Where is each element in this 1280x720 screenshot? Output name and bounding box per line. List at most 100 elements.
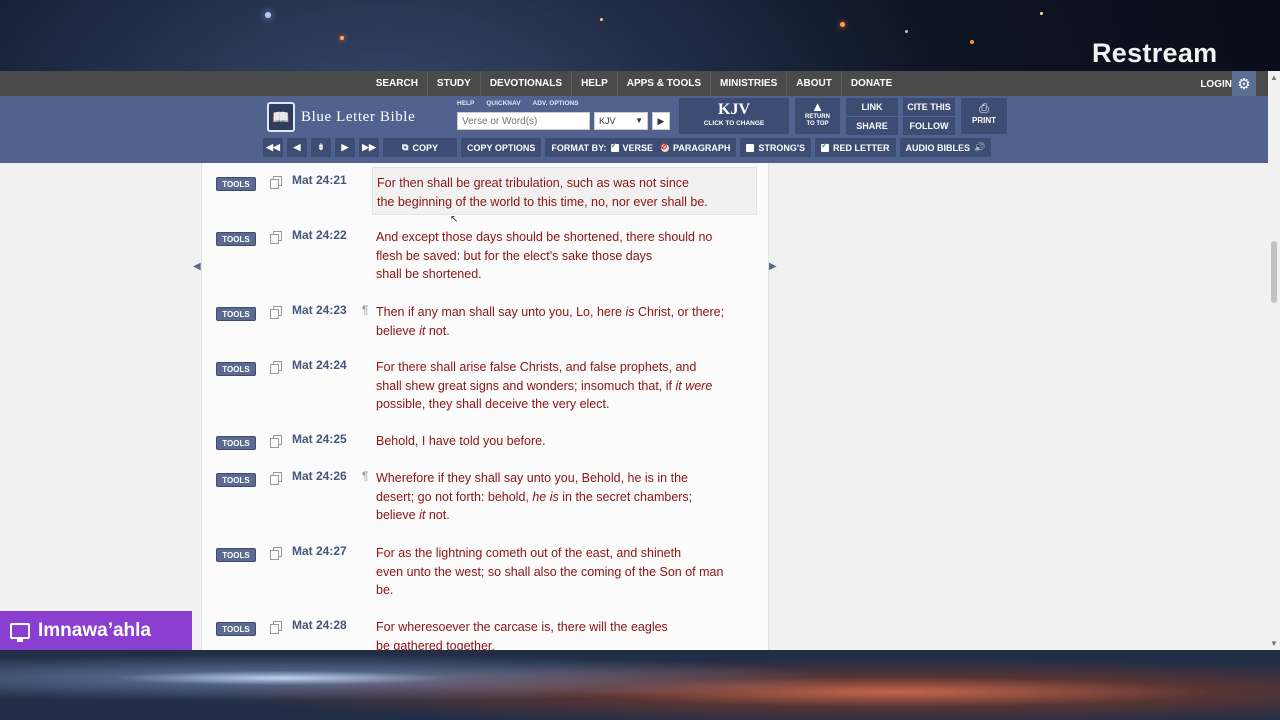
adv-options-link[interactable]: ADV. OPTIONS	[533, 100, 579, 107]
mouse-cursor-icon: ↖	[450, 214, 459, 225]
verse-line: For there shall arise false Christs, and…	[376, 360, 697, 374]
audio-bibles-button[interactable]: AUDIO BIBLES 🔊	[899, 138, 992, 157]
verse-line: For wheresoever the carcase is, there wi…	[376, 620, 668, 634]
next-chapter-button[interactable]: ▶	[335, 138, 355, 157]
jump-down-icon: ⇟	[317, 142, 325, 152]
page-scrollbar[interactable]: ▲ ▼	[1268, 71, 1280, 650]
verse-reference[interactable]: Mat 24:28	[292, 618, 347, 632]
copy-options-button[interactable]: COPY OPTIONS	[461, 138, 542, 157]
nav-apps-tools[interactable]: APPS & TOOLS	[616, 71, 710, 96]
top-navigation: SEARCH STUDY DEVOTIONALS HELP APPS & TOO…	[0, 71, 1268, 96]
last-chapter-button[interactable]: ▶▶	[359, 138, 379, 157]
verse-reference[interactable]: Mat 24:25	[292, 432, 347, 446]
login-link[interactable]: LOGIN	[1200, 79, 1232, 90]
strongs-toggle[interactable]: STRONG'S	[740, 138, 812, 157]
verse-line: believe it not.	[376, 508, 450, 523]
verse-reference[interactable]: Mat 24:26	[292, 469, 347, 483]
scrollbar-thumb[interactable]	[1271, 241, 1277, 303]
nav-ministries[interactable]: MINISTRIES	[710, 71, 786, 96]
scroll-down-icon[interactable]: ▼	[1270, 639, 1278, 648]
next-page-arrow-icon[interactable]: ▶	[769, 261, 777, 272]
copy-button[interactable]: ⧉ COPY	[383, 138, 457, 157]
tools-button[interactable]: TOOLS	[216, 473, 256, 487]
copy-verse-icon[interactable]	[270, 547, 282, 560]
scroll-up-icon[interactable]: ▲	[1270, 73, 1278, 82]
tools-button[interactable]: TOOLS	[216, 232, 256, 246]
tools-button[interactable]: TOOLS	[216, 548, 256, 562]
tools-button[interactable]: TOOLS	[216, 436, 256, 450]
first-chapter-button[interactable]: ◀◀	[263, 138, 283, 157]
paragraph-label: PARAGRAPH	[673, 142, 731, 153]
verse-text-block: For there shall arise false Christs, and…	[372, 352, 757, 414]
tools-button[interactable]: TOOLS	[216, 622, 256, 636]
paragraph-checkbox[interactable]	[660, 141, 670, 152]
follow-button[interactable]: FOLLOW	[903, 117, 955, 135]
nav-help[interactable]: HELP	[571, 71, 617, 96]
nav-devotionals[interactable]: DEVOTIONALS	[479, 71, 571, 96]
tools-button[interactable]: TOOLS	[216, 177, 256, 191]
verse-line: And except those days should be shortene…	[376, 230, 713, 244]
share-button[interactable]: SHARE	[846, 117, 898, 135]
prev-page-arrow-icon[interactable]: ◀	[193, 261, 201, 272]
logo-text: Blue Letter Bible	[301, 108, 416, 125]
strongs-checkbox[interactable]	[746, 143, 755, 152]
verse-text-block: For then shall be great tribulation, suc…	[372, 167, 757, 216]
stream-background	[0, 650, 1280, 720]
verse-line: shall shew great signs and wonders; inso…	[376, 378, 713, 393]
prev-chapter-button[interactable]: ◀	[287, 138, 307, 157]
header-bar: 📖 Blue Letter Bible HELP QUICKNAV ADV. O…	[0, 96, 1268, 163]
quicknav-link[interactable]: QUICKNAV	[486, 100, 520, 107]
copy-verse-icon[interactable]	[270, 231, 282, 244]
version-subtitle: CLICK TO CHANGE	[703, 120, 765, 127]
verse-reference[interactable]: Mat 24:24	[292, 358, 347, 372]
print-label: PRINT	[972, 116, 996, 125]
copy-verse-icon[interactable]	[270, 435, 282, 448]
tools-button[interactable]: TOOLS	[216, 362, 256, 376]
copy-verse-icon[interactable]	[270, 306, 282, 319]
verse-reference[interactable]: Mat 24:27	[292, 544, 347, 558]
cite-button[interactable]: CITE THIS	[903, 98, 955, 116]
to-top-label: TO TOP	[806, 121, 829, 127]
nav-search[interactable]: SEARCH	[367, 71, 427, 96]
streamer-name: Imnawa’ahla	[38, 619, 151, 641]
link-button[interactable]: LINK	[846, 98, 898, 116]
next-icon: ▶	[341, 142, 349, 152]
chevron-down-icon: ▼	[635, 116, 643, 125]
verse-line: flesh be saved: but for the elect's sake…	[376, 248, 653, 263]
verse-reference[interactable]: Mat 24:21	[292, 173, 347, 187]
verse-reference[interactable]: Mat 24:22	[292, 228, 347, 242]
jump-button[interactable]: ⇟	[311, 138, 331, 157]
search-go-button[interactable]: ▶	[652, 112, 670, 130]
verse-line: shall be shortened.	[376, 267, 482, 282]
site-logo[interactable]: 📖 Blue Letter Bible	[267, 102, 415, 132]
search-input[interactable]	[457, 112, 590, 130]
nav-study[interactable]: STUDY	[426, 71, 480, 96]
copy-verse-icon[interactable]	[270, 176, 282, 189]
tools-button[interactable]: TOOLS	[216, 307, 256, 321]
version-change-button[interactable]: KJV CLICK TO CHANGE	[679, 98, 789, 134]
red-letter-checkbox[interactable]	[821, 141, 830, 152]
gear-icon[interactable]: ⚙	[1232, 71, 1256, 96]
help-link[interactable]: HELP	[457, 100, 474, 107]
restream-watermark: Restream	[1092, 38, 1218, 68]
print-button[interactable]: ⎙ PRINT	[961, 98, 1007, 134]
format-by-group: FORMAT BY: VERSE PARAGRAPH	[545, 138, 737, 157]
copy-verse-icon[interactable]	[270, 472, 282, 485]
prev-icon: ◀	[293, 142, 301, 152]
version-select[interactable]: KJV ▼	[594, 112, 648, 130]
nav-donate[interactable]: DONATE	[840, 71, 901, 96]
browser-viewport: SEARCH STUDY DEVOTIONALS HELP APPS & TOO…	[0, 71, 1280, 650]
verse-reference[interactable]: Mat 24:23	[292, 303, 347, 317]
copy-label: COPY	[412, 142, 438, 153]
copy-verse-icon[interactable]	[270, 621, 282, 634]
audio-bibles-label: AUDIO BIBLES	[905, 142, 971, 153]
verse-checkbox[interactable]	[610, 141, 619, 152]
copy-verse-icon[interactable]	[270, 361, 282, 374]
verse-line: be.	[376, 583, 394, 598]
reader-toolbar: ◀◀ ◀ ⇟ ▶ ▶▶ ⧉ COPY COPY OPTIONS FORMAT BY…	[263, 138, 992, 159]
red-letter-toggle[interactable]: RED LETTER	[815, 138, 896, 157]
version-title: KJV	[718, 101, 750, 118]
nav-about[interactable]: ABOUT	[786, 71, 841, 96]
return-to-top-button[interactable]: ▲ RETURN TO TOP	[795, 98, 840, 134]
paragraph-mark-icon: ¶	[362, 469, 369, 483]
